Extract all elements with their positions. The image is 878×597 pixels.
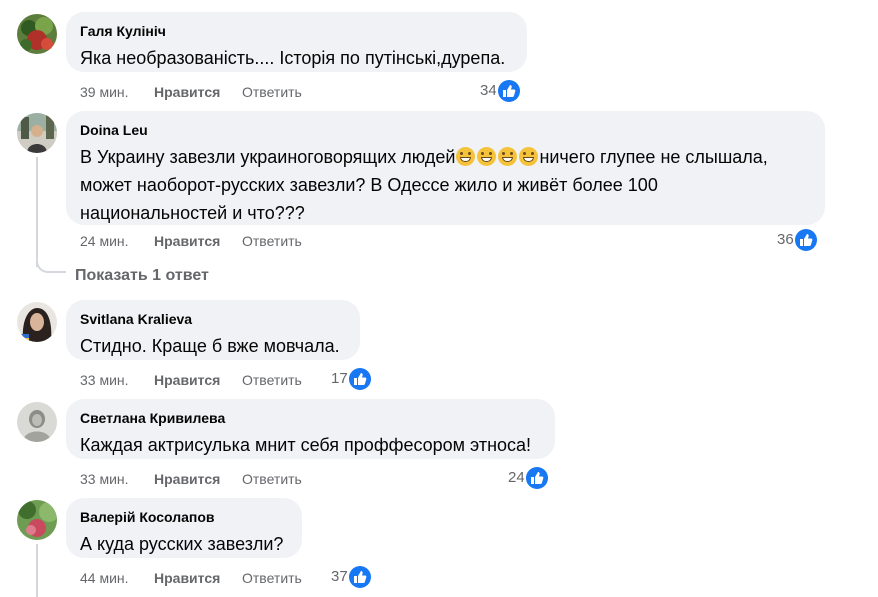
comment-bubble: Валерій Косолапов А куда русских завезли… [66,498,302,558]
thread-line [36,157,38,267]
grinning-face-emoji [519,147,539,166]
reaction-count: 34 [480,82,497,100]
comment-time[interactable]: 44 мин. [80,569,129,587]
grinning-face-emoji [477,147,497,166]
thread-line [36,544,38,597]
like-button[interactable]: Нравится [154,470,220,488]
comment-bubble: Svitlana Kralieva Стидно. Краще б вже мо… [66,300,360,360]
comment-text: Стидно. Краще б вже мовчала. [80,336,340,356]
avatar[interactable] [17,500,57,540]
comment-time[interactable]: 24 мин. [80,232,129,250]
like-button[interactable]: Нравится [154,232,220,250]
comment-author[interactable]: Валерій Косолапов [80,508,288,526]
avatar[interactable] [17,302,57,342]
comment-author[interactable]: Галя Кулініч [80,22,513,40]
reaction-summary[interactable]: 36 [777,229,817,252]
reply-button[interactable]: Ответить [242,569,302,587]
comment-bubble: Doina Leu В Украину завезли украиноговор… [66,111,825,225]
avatar[interactable] [17,113,57,153]
reaction-count: 17 [331,370,348,388]
comment-author[interactable]: Svitlana Kralieva [80,310,346,328]
like-button[interactable]: Нравится [154,83,220,101]
reaction-summary[interactable]: 34 [480,80,520,103]
reaction-count: 37 [331,568,348,586]
grinning-face-emoji [456,147,476,166]
comment-time[interactable]: 39 мин. [80,83,129,101]
reaction-count: 24 [508,469,525,487]
thumbs-up-icon [348,368,371,391]
comment-bubble: Светлана Кривилева Каждая актрисулька мн… [66,399,555,459]
like-button[interactable]: Нравится [154,569,220,587]
thread-line-curve [36,255,66,273]
show-replies-link[interactable]: Показать 1 ответ [75,266,209,286]
comment-text-part: может наоборот-русских завезли? В Одессе… [80,175,658,195]
thumbs-up-icon [497,80,520,103]
reaction-count: 36 [777,231,794,249]
comment-author[interactable]: Doina Leu [80,121,811,139]
comment-author[interactable]: Светлана Кривилева [80,409,541,427]
comment-text: В Украину завезли украиноговорящих людей… [80,143,811,227]
reaction-summary[interactable]: 24 [508,467,548,490]
reply-button[interactable]: Ответить [242,470,302,488]
reaction-summary[interactable]: 37 [331,566,371,589]
comment-text: А куда русских завезли? [80,534,284,554]
comment-text: Яка необразованість.... Історія по путін… [80,48,506,68]
avatar[interactable] [17,14,57,54]
comment-text-part: национальностей и что??? [80,203,305,223]
comment-text-part: В Украину завезли украиноговорящих людей [80,147,456,167]
comment-time[interactable]: 33 мин. [80,371,129,389]
like-button[interactable]: Нравится [154,371,220,389]
avatar[interactable] [17,402,57,442]
reply-button[interactable]: Ответить [242,232,302,250]
comment-text-part: ничего глупее не слышала, [539,147,768,167]
thumbs-up-icon [794,229,817,252]
grinning-face-emoji [498,147,518,166]
thumbs-up-icon [348,566,371,589]
reply-button[interactable]: Ответить [242,371,302,389]
reaction-summary[interactable]: 17 [331,368,371,391]
thumbs-up-icon [525,467,548,490]
comment-time[interactable]: 33 мин. [80,470,129,488]
comment-text: Каждая актрисулька мнит себя проффесором… [80,435,532,455]
reply-button[interactable]: Ответить [242,83,302,101]
comment-bubble: Галя Кулініч Яка необразованість.... Іст… [66,12,527,72]
